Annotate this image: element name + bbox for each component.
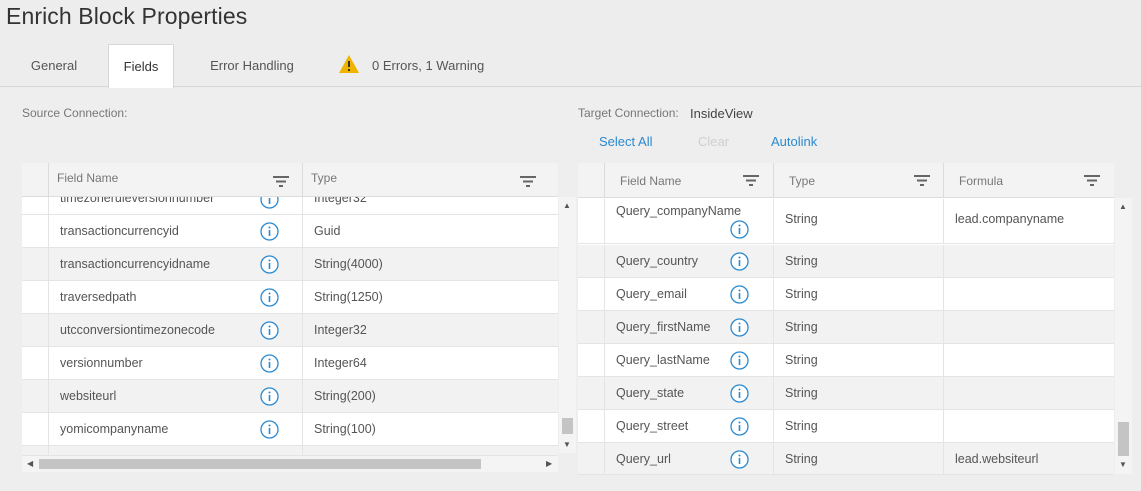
type-cell: String bbox=[774, 410, 944, 443]
table-row[interactable]: traversedpath String(1250) bbox=[22, 281, 558, 314]
info-icon[interactable] bbox=[730, 384, 749, 403]
info-icon[interactable] bbox=[260, 288, 279, 307]
type-cell: String bbox=[774, 443, 944, 475]
source-grid-header: Field Name Type bbox=[22, 163, 558, 197]
clear-button[interactable]: Clear bbox=[698, 134, 729, 149]
info-icon[interactable] bbox=[260, 387, 279, 406]
table-row[interactable]: Query_companyName String lead.companynam… bbox=[578, 199, 1114, 244]
table-row[interactable]: versionnumber Integer64 bbox=[22, 347, 558, 380]
table-row[interactable]: transactioncurrencyidname String(4000) bbox=[22, 248, 558, 281]
type-cell: String bbox=[774, 199, 944, 244]
tab-general[interactable]: General bbox=[18, 44, 90, 87]
source-vertical-scrollbar[interactable]: ▲ ▼ bbox=[559, 197, 576, 453]
info-icon[interactable] bbox=[260, 222, 279, 241]
info-icon[interactable] bbox=[730, 285, 749, 304]
table-row bbox=[22, 446, 558, 456]
warning-triangle-icon bbox=[339, 55, 359, 73]
info-icon[interactable] bbox=[730, 318, 749, 337]
scrollbar-thumb[interactable] bbox=[1118, 422, 1129, 456]
formula-cell[interactable] bbox=[944, 245, 1114, 278]
table-row[interactable]: Query_url String lead.websiteurl bbox=[578, 443, 1114, 475]
info-icon[interactable] bbox=[260, 420, 279, 439]
info-icon[interactable] bbox=[260, 197, 279, 209]
gutter-header bbox=[22, 163, 49, 197]
type-cell: Integer32 bbox=[314, 197, 367, 205]
horizontal-scrollbar[interactable]: ◀ ▶ bbox=[22, 456, 558, 472]
scroll-up-arrow[interactable]: ▲ bbox=[1119, 203, 1127, 211]
formula-cell[interactable]: lead.websiteurl bbox=[944, 443, 1114, 475]
filter-icon[interactable] bbox=[743, 175, 759, 186]
table-row[interactable]: transactioncurrencyid Guid bbox=[22, 215, 558, 248]
column-header-type[interactable]: Type bbox=[303, 163, 558, 197]
type-cell: Integer64 bbox=[314, 356, 367, 370]
scroll-left-arrow[interactable]: ◀ bbox=[27, 460, 33, 468]
table-row[interactable]: Query_state String bbox=[578, 377, 1114, 410]
info-icon[interactable] bbox=[260, 321, 279, 340]
target-connection-value: InsideView bbox=[690, 106, 753, 121]
target-connection-label: Target Connection: bbox=[578, 106, 679, 120]
column-header-field-name[interactable]: Field Name bbox=[605, 163, 774, 198]
column-header-type[interactable]: Type bbox=[774, 163, 944, 198]
table-row[interactable]: Query_country String bbox=[578, 245, 1114, 278]
info-icon[interactable] bbox=[260, 255, 279, 274]
target-vertical-scrollbar[interactable]: ▲ ▼ bbox=[1115, 198, 1132, 474]
filter-icon[interactable] bbox=[1084, 175, 1100, 186]
validation-status: 0 Errors, 1 Warning bbox=[372, 58, 485, 73]
type-cell: String bbox=[774, 278, 944, 311]
info-icon[interactable] bbox=[260, 354, 279, 373]
column-header-field-name[interactable]: Field Name bbox=[49, 163, 303, 197]
tab-bar: General Fields Error Handling bbox=[0, 44, 1141, 88]
formula-cell[interactable] bbox=[944, 344, 1114, 377]
type-cell: String(100) bbox=[314, 422, 376, 436]
info-icon[interactable] bbox=[730, 351, 749, 370]
tab-error-handling[interactable]: Error Handling bbox=[196, 44, 308, 87]
table-row[interactable]: utcconversiontimezonecode Integer32 bbox=[22, 314, 558, 347]
formula-cell[interactable] bbox=[944, 311, 1114, 344]
filter-icon[interactable] bbox=[520, 176, 536, 187]
table-row[interactable]: websiteurl String(200) bbox=[22, 380, 558, 413]
source-connection-label: Source Connection: bbox=[22, 106, 128, 120]
filter-icon[interactable] bbox=[914, 175, 930, 186]
info-icon[interactable] bbox=[730, 417, 749, 436]
page-title: Enrich Block Properties bbox=[6, 3, 248, 29]
scrollbar-thumb[interactable] bbox=[39, 459, 481, 469]
table-row[interactable]: yomicompanyname String(100) bbox=[22, 413, 558, 446]
scroll-right-arrow[interactable]: ▶ bbox=[546, 460, 552, 468]
formula-cell[interactable]: lead.companyname bbox=[944, 199, 1114, 244]
info-icon[interactable] bbox=[730, 252, 749, 271]
source-fields-grid: Field Name Type timezoneruleversionnumbe… bbox=[22, 163, 558, 472]
type-cell: String bbox=[774, 344, 944, 377]
filter-icon[interactable] bbox=[273, 176, 289, 187]
table-row[interactable]: Query_lastName String bbox=[578, 344, 1114, 377]
autolink-button[interactable]: Autolink bbox=[771, 134, 817, 149]
formula-cell[interactable] bbox=[944, 410, 1114, 443]
target-fields-grid: Field Name Type Formula Query_companyNam… bbox=[578, 163, 1114, 475]
info-icon[interactable] bbox=[730, 220, 749, 239]
target-grid-header: Field Name Type Formula bbox=[578, 163, 1114, 198]
scrollbar-thumb[interactable] bbox=[562, 418, 573, 434]
info-icon[interactable] bbox=[730, 450, 749, 469]
type-cell: String(4000) bbox=[314, 257, 383, 271]
select-all-button[interactable]: Select All bbox=[599, 134, 652, 149]
scroll-down-arrow[interactable]: ▼ bbox=[1119, 461, 1127, 469]
table-row[interactable]: timezoneruleversionnumber Integer32 bbox=[22, 197, 558, 215]
table-row[interactable]: Query_street String bbox=[578, 410, 1114, 443]
table-row[interactable]: Query_firstName String bbox=[578, 311, 1114, 344]
type-cell: String bbox=[774, 245, 944, 278]
table-row[interactable]: Query_email String bbox=[578, 278, 1114, 311]
type-cell: String bbox=[774, 311, 944, 344]
type-cell: String(1250) bbox=[314, 290, 383, 304]
type-cell: String(200) bbox=[314, 389, 376, 403]
scroll-up-arrow[interactable]: ▲ bbox=[563, 202, 571, 210]
tab-fields[interactable]: Fields bbox=[108, 44, 174, 88]
column-header-formula[interactable]: Formula bbox=[944, 163, 1114, 198]
type-cell: Guid bbox=[314, 224, 341, 238]
formula-cell[interactable] bbox=[944, 377, 1114, 410]
type-cell: String bbox=[774, 377, 944, 410]
gutter-header bbox=[578, 163, 605, 198]
formula-cell[interactable] bbox=[944, 278, 1114, 311]
scroll-down-arrow[interactable]: ▼ bbox=[563, 441, 571, 449]
type-cell: Integer32 bbox=[314, 323, 367, 337]
